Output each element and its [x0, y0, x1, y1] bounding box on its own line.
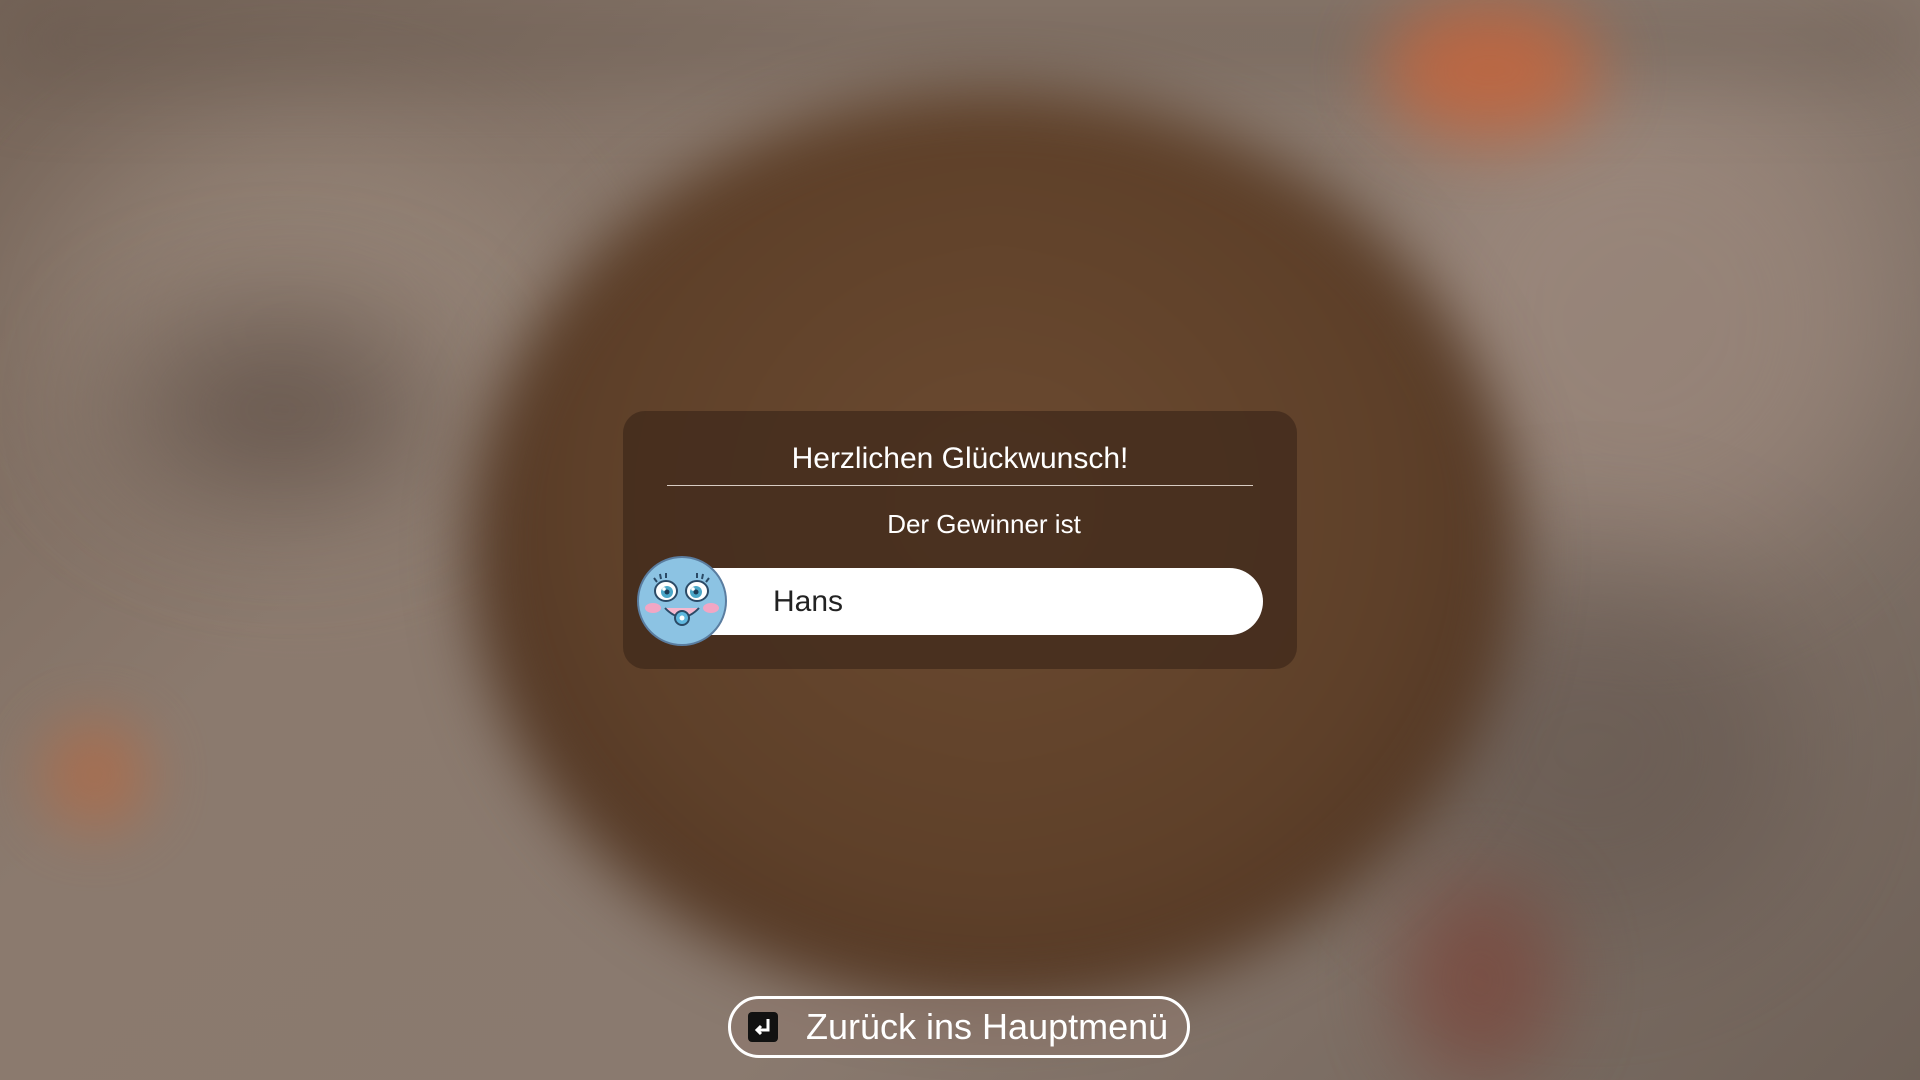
dialog-subtitle: Der Gewinner ist	[887, 509, 1081, 539]
back-button-label: Zurück ins Hauptmenü	[806, 1006, 1169, 1047]
background-blur-shape	[120, 330, 440, 490]
winner-name-pill: Hans	[653, 568, 1263, 635]
background-blur-shape	[40, 720, 150, 830]
background-blur-shape	[1380, 0, 1600, 140]
dialog-title: Herzlichen Glückwunsch!	[791, 442, 1129, 475]
enter-key-glyph	[754, 1019, 770, 1036]
blue-smiley-avatar-icon	[637, 556, 727, 646]
background-blur-shape	[1400, 880, 1560, 1080]
back-to-main-menu-button[interactable]: Zurück ins Hauptmenü	[728, 996, 1190, 1058]
winner-dialog: Herzlichen Glückwunsch! Der Gewinner ist…	[623, 411, 1297, 669]
title-divider	[667, 485, 1253, 486]
avatar-face-graphic	[645, 573, 719, 626]
background-blur-shape	[0, 0, 1920, 80]
winner-name: Hans	[773, 585, 844, 618]
enter-key-icon	[748, 1012, 778, 1042]
